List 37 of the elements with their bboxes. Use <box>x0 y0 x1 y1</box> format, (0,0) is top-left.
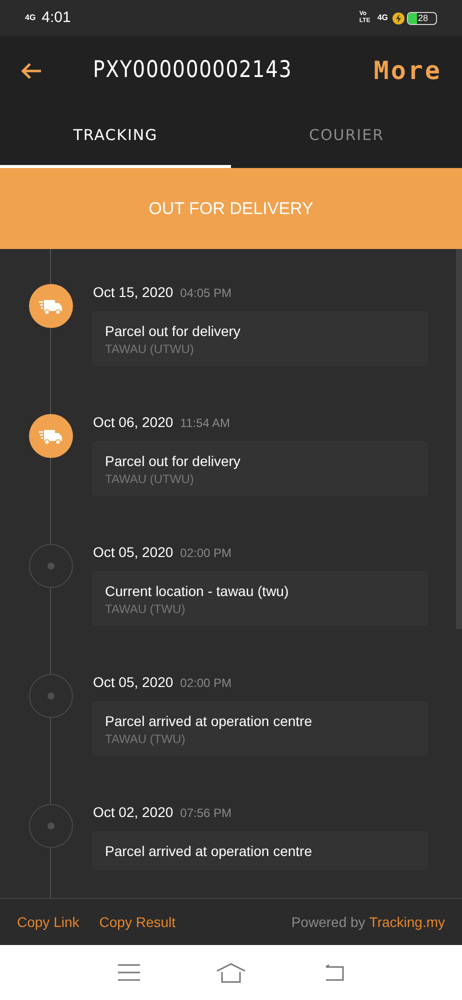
event-date: Oct 05, 2020 <box>93 543 174 562</box>
home-icon[interactable] <box>216 962 246 982</box>
network-label: 4G <box>25 14 36 22</box>
event-description: Parcel arrived at operation centre <box>105 712 313 731</box>
tab[interactable]: COURIER <box>231 105 462 168</box>
event-description: Parcel out for delivery <box>105 452 242 471</box>
battery-indicator: 28 <box>407 12 437 24</box>
event-time: 07:56 PM <box>180 805 232 822</box>
event-location: TAWAU (TWU) <box>105 731 186 747</box>
menu-icon[interactable] <box>118 964 140 981</box>
event-time: 02:00 PM <box>180 675 232 692</box>
network-label: 4G <box>377 12 388 24</box>
event-date: Oct 02, 2020 <box>93 803 174 822</box>
event-date: Oct 05, 2020 <box>93 673 174 692</box>
brand-link[interactable]: Tracking.my <box>369 912 445 932</box>
truck-icon <box>29 414 73 458</box>
copy-link[interactable]: Copy Link <box>17 912 80 932</box>
event-location: TAWAU (TWU) <box>105 601 186 617</box>
event-time: 11:54 AM <box>180 415 230 432</box>
more-button[interactable]: More <box>374 52 442 90</box>
clock: 4:01 <box>42 8 71 28</box>
event-time: 02:00 PM <box>180 545 232 562</box>
charging-icon <box>392 12 405 24</box>
truck-icon <box>29 284 73 328</box>
back-arrow-icon[interactable] <box>20 62 42 80</box>
event-description: Current location - tawau (twu) <box>105 582 290 601</box>
event-date: Oct 15, 2020 <box>93 283 174 302</box>
event-location: TAWAU (UTWU) <box>105 471 195 487</box>
event-description: Parcel out for delivery <box>105 322 242 341</box>
event-date: Oct 06, 2020 <box>93 413 174 432</box>
event-location: TAWAU (UTWU) <box>105 341 195 357</box>
event-time: 04:05 PM <box>180 285 232 302</box>
powered-by-label: Powered by <box>291 912 366 932</box>
status-banner: OUT FOR DELIVERY <box>0 168 462 249</box>
tracking-number: PXY000000002143 <box>93 56 292 86</box>
copy-link[interactable]: Copy Result <box>99 912 176 932</box>
event-description: Parcel arrived at operation centre <box>105 842 313 861</box>
